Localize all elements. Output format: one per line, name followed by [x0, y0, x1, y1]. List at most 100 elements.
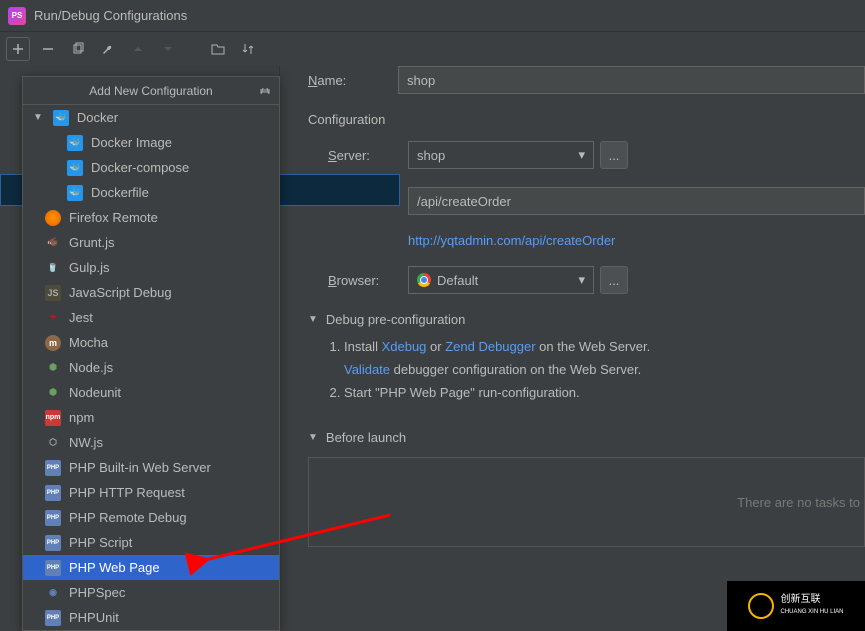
browser-ellipsis-button[interactable]: ... — [600, 266, 628, 294]
folder-button[interactable] — [206, 37, 230, 61]
empty-tasks-text: There are no tasks to — [737, 495, 860, 510]
collapse-arrow-icon: ▼ — [308, 432, 318, 443]
before-launch-label: Before launch — [326, 430, 406, 445]
config-type-label: Jest — [69, 310, 93, 325]
before-launch-box: There are no tasks to — [308, 457, 865, 547]
expand-arrow-icon: ▼ — [33, 112, 43, 123]
config-type-item[interactable]: PHP PHP Web Page — [23, 555, 279, 580]
xdebug-link[interactable]: Xdebug — [382, 339, 427, 354]
add-configuration-popup: Add New Configuration ▼ 🐳 Docker 🐳Docker Im… — [22, 76, 280, 631]
php-icon: PHP — [45, 460, 61, 476]
watermark: 创新互联 CHUANG XIN HU LIAN — [727, 581, 865, 631]
docker-icon: 🐳 — [53, 110, 69, 126]
config-type-item[interactable]: ▼ 🐳 Docker — [23, 105, 279, 130]
docker-icon: 🐳 — [67, 185, 83, 201]
debug-preconfig-label: Debug pre-configuration — [326, 312, 465, 327]
config-type-label: PHP Web Page — [69, 560, 160, 575]
pin-icon[interactable] — [257, 83, 273, 99]
full-url-link[interactable]: http://yqtadmin.com/api/createOrder — [408, 233, 865, 248]
mocha-icon: m — [45, 335, 61, 351]
config-type-label: NW.js — [69, 435, 103, 450]
config-type-item[interactable]: ⬢ Nodeunit — [23, 380, 279, 405]
config-type-item[interactable]: 🥤Gulp.js — [23, 255, 279, 280]
debug-steps-list: Install Xdebug or Zend Debugger on the W… — [328, 339, 865, 400]
config-type-item[interactable]: PHP PHP HTTP Request — [23, 480, 279, 505]
before-launch-header[interactable]: ▼ Before launch — [308, 430, 865, 445]
config-type-label: PHP Remote Debug — [69, 510, 187, 525]
firefox-icon — [45, 210, 61, 226]
docker-icon: 🐳 — [67, 160, 83, 176]
phpstorm-icon: PS — [8, 7, 26, 25]
browser-value: Default — [437, 273, 572, 288]
remove-button[interactable] — [36, 37, 60, 61]
config-type-item[interactable]: JS JavaScript Debug — [23, 280, 279, 305]
config-type-label: Docker-compose — [91, 160, 189, 175]
config-type-item[interactable]: Firefox Remote — [23, 205, 279, 230]
sort-button[interactable] — [236, 37, 260, 61]
chevron-down-icon: ▾ — [578, 272, 585, 288]
config-type-item[interactable]: ⬢Node.js — [23, 355, 279, 380]
chrome-icon — [417, 273, 431, 287]
config-type-item[interactable]: 🐳Docker Image — [23, 130, 279, 155]
config-type-label: PHPUnit — [69, 610, 119, 625]
watermark-logo-icon — [748, 593, 774, 619]
down-button[interactable] — [156, 37, 180, 61]
validate-link[interactable]: Validate — [344, 362, 390, 377]
config-type-item[interactable]: 🐳 Docker-compose — [23, 155, 279, 180]
config-type-item[interactable]: npmnpm — [23, 405, 279, 430]
config-type-label: PHP HTTP Request — [69, 485, 185, 500]
config-type-label: PHPSpec — [69, 585, 125, 600]
config-type-item[interactable]: m Mocha — [23, 330, 279, 355]
config-type-label: Grunt.js — [69, 235, 115, 250]
config-type-label: Firefox Remote — [69, 210, 158, 225]
php-icon: PHP — [45, 610, 61, 626]
wrench-button[interactable] — [96, 37, 120, 61]
config-type-item[interactable]: PHP PHPUnit — [23, 605, 279, 630]
window-titlebar: PS Run/Debug Configurations — [0, 0, 865, 32]
node-icon: ⬢ — [45, 385, 61, 401]
gulp-icon: 🥤 — [45, 260, 61, 276]
config-type-item[interactable]: 🐗 Grunt.js — [23, 230, 279, 255]
server-select[interactable]: shop ▾ — [408, 141, 594, 169]
popup-header: Add New Configuration — [23, 77, 279, 105]
browser-select[interactable]: Default ▾ — [408, 266, 594, 294]
docker-icon: 🐳 — [67, 135, 83, 151]
server-label: Server: — [328, 148, 408, 163]
config-type-item[interactable]: PHP PHP Built-in Web Server — [23, 455, 279, 480]
config-type-label: Nodeunit — [69, 385, 121, 400]
server-ellipsis-button[interactable]: ... — [600, 141, 628, 169]
server-value: shop — [417, 148, 445, 163]
config-type-item[interactable]: PHPPHP Script — [23, 530, 279, 555]
grunt-icon: 🐗 — [45, 235, 61, 251]
npm-icon: npm — [45, 410, 61, 426]
config-type-label: npm — [69, 410, 94, 425]
config-type-label: Mocha — [69, 335, 108, 350]
config-type-label: Docker — [77, 110, 118, 125]
php-icon: PHP — [45, 535, 61, 551]
copy-button[interactable] — [66, 37, 90, 61]
config-type-label: Dockerfile — [91, 185, 149, 200]
config-type-label: JavaScript Debug — [69, 285, 172, 300]
php-icon: PHP — [45, 510, 61, 526]
php-icon: PHP — [45, 485, 61, 501]
config-type-label: Node.js — [69, 360, 113, 375]
config-type-item[interactable]: PHP PHP Remote Debug — [23, 505, 279, 530]
config-type-item[interactable]: 🐳 Dockerfile — [23, 180, 279, 205]
add-button[interactable] — [6, 37, 30, 61]
php-icon: PHP — [45, 560, 61, 576]
config-toolbar — [0, 32, 865, 66]
name-input[interactable] — [398, 66, 865, 94]
nw-icon: ⬡ — [45, 435, 61, 451]
js-icon: JS — [45, 285, 61, 301]
config-type-item[interactable]: ⬡ NW.js — [23, 430, 279, 455]
zend-debugger-link[interactable]: Zend Debugger — [445, 339, 535, 354]
start-url-input[interactable] — [408, 187, 865, 215]
up-button[interactable] — [126, 37, 150, 61]
name-label: Name: — [308, 73, 398, 88]
debug-preconfig-header[interactable]: ▼ Debug pre-configuration — [308, 312, 865, 327]
config-type-item[interactable]: ✦Jest — [23, 305, 279, 330]
popup-list: ▼🐳Docker🐳Docker Image🐳Docker-compose🐳Doc… — [23, 105, 279, 630]
window-title: Run/Debug Configurations — [34, 8, 187, 23]
config-type-label: PHP Built-in Web Server — [69, 460, 211, 475]
config-type-item[interactable]: ◉PHPSpec — [23, 580, 279, 605]
